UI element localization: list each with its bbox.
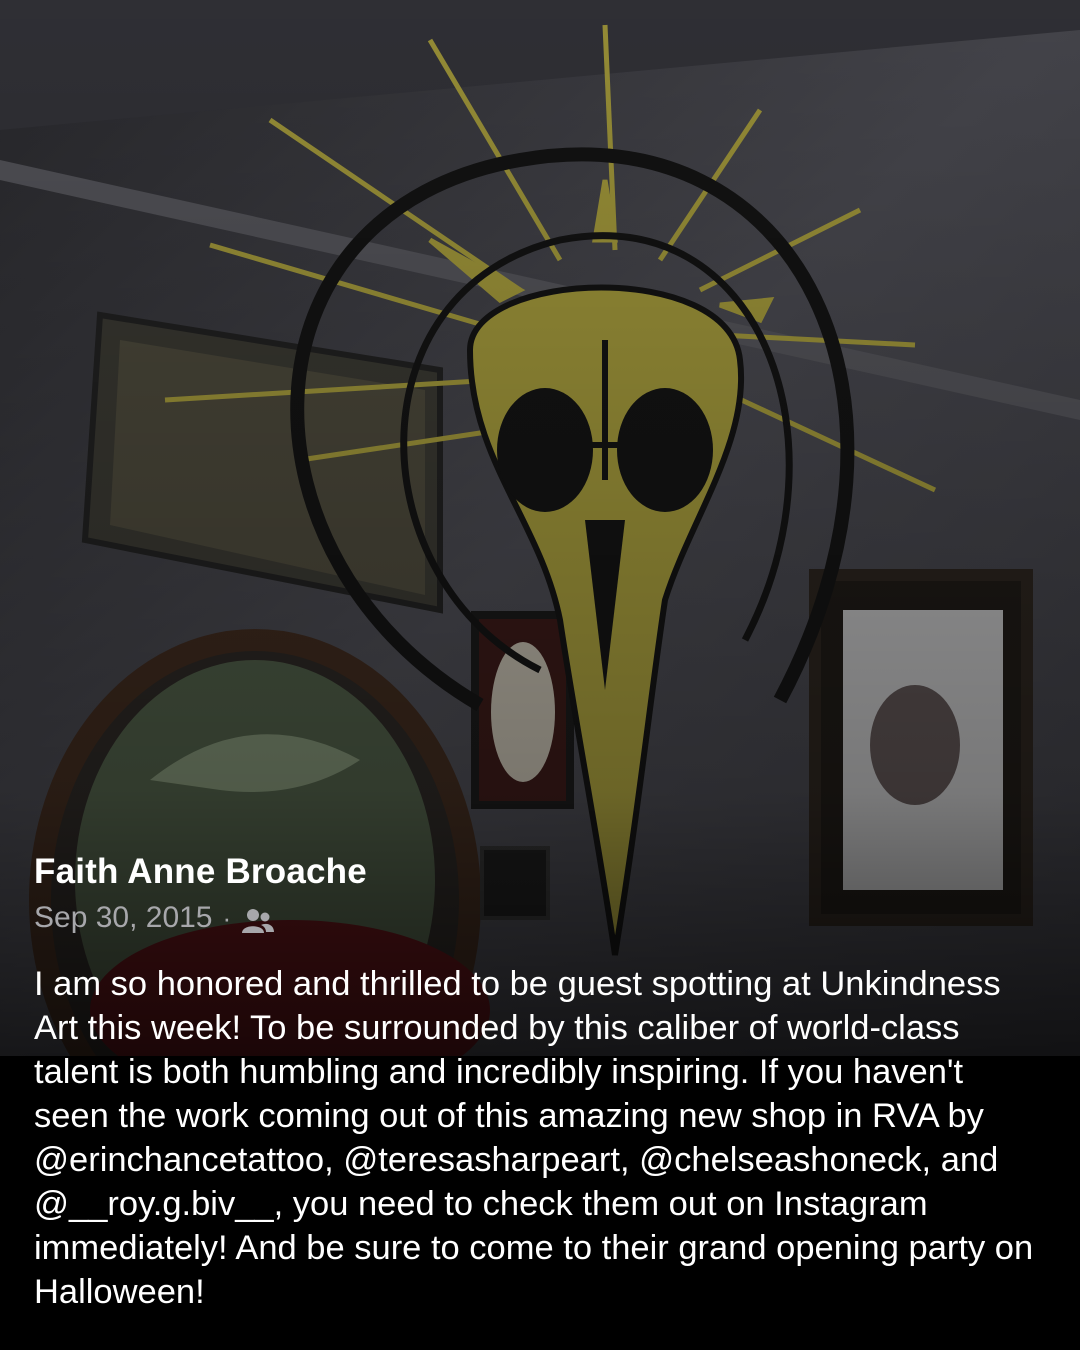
meta-separator: ·: [222, 903, 232, 933]
friends-icon[interactable]: [241, 904, 275, 933]
post-meta: Sep 30, 2015 ·: [34, 896, 1046, 940]
author-name[interactable]: Faith Anne Broache: [34, 848, 1046, 896]
post-date[interactable]: Sep 30, 2015: [34, 896, 213, 940]
post-caption-overlay: Faith Anne Broache Sep 30, 2015 · I am s…: [34, 848, 1046, 1314]
post-body-text: I am so honored and thrilled to be guest…: [34, 965, 1034, 1311]
